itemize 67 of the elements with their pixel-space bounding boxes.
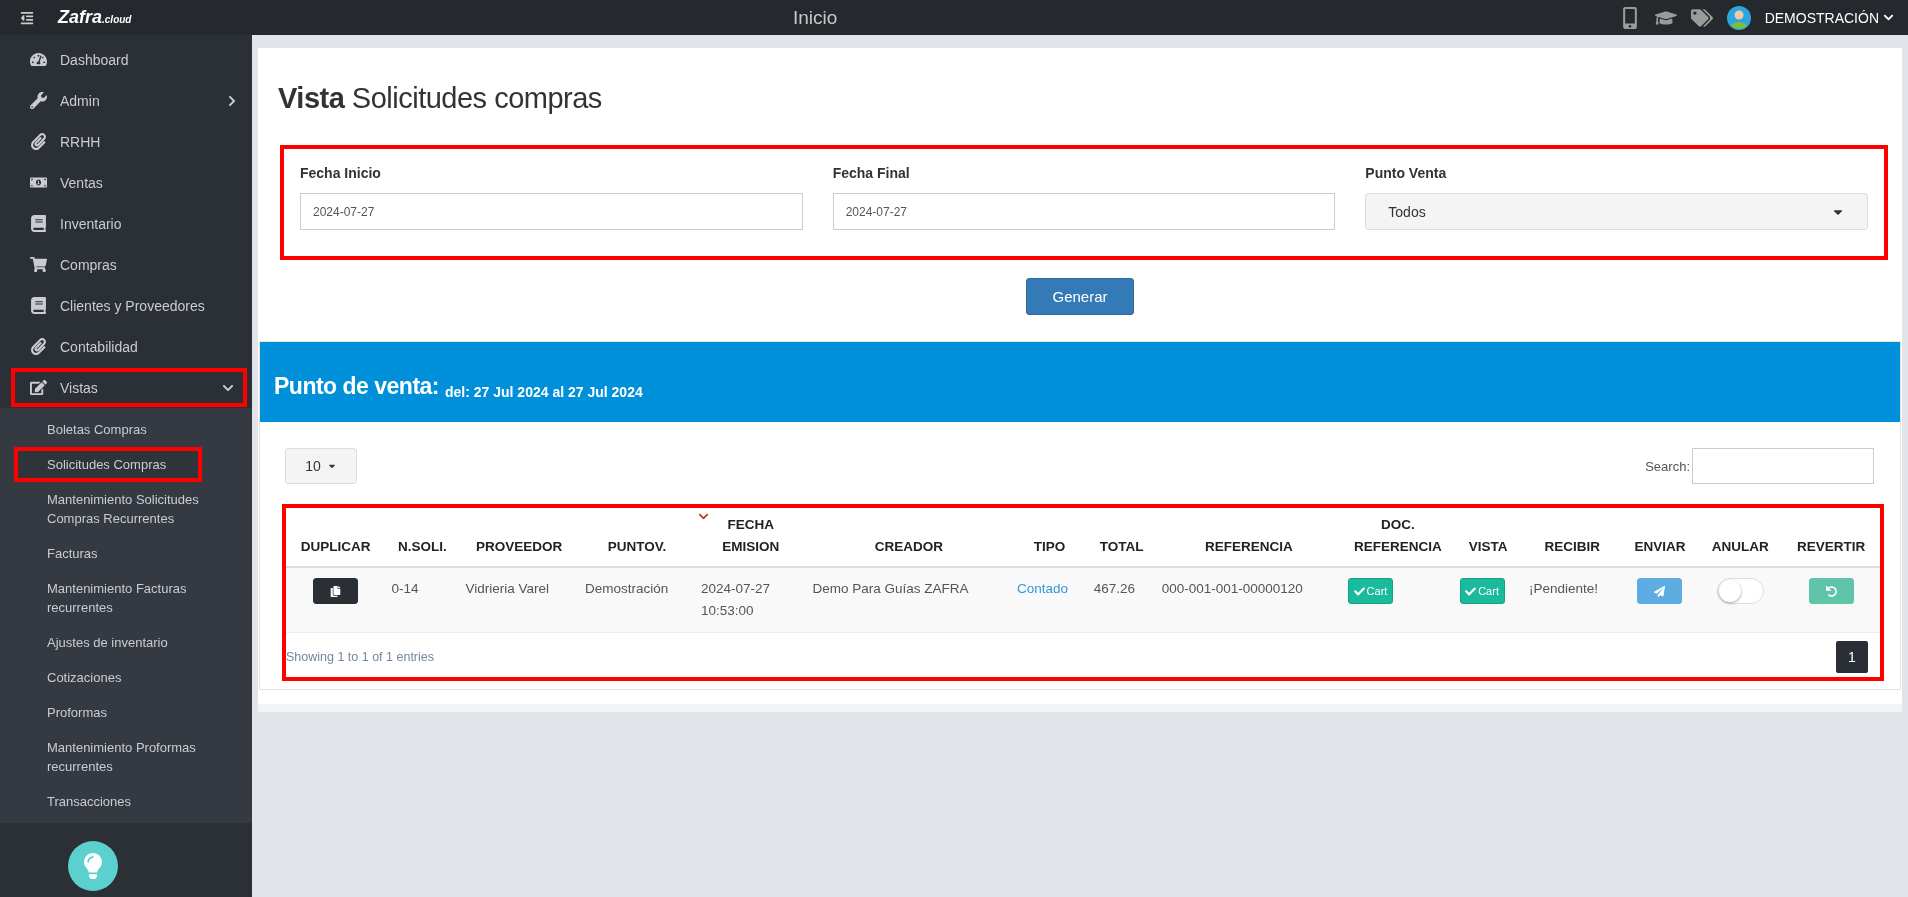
check-icon [1353,585,1365,597]
table-cell: 467.26 [1093,581,1136,596]
field-label: Fecha Final [832,165,911,181]
menu-icon[interactable] [20,10,34,25]
sidebar-item[interactable]: Clientes y Proveedores [0,285,252,326]
table-cell: Vidrieria Varel [465,581,549,596]
page-heading: Vista Solicitudes compras [277,81,603,116]
table-cell: Demo Para Guías ZAFRA [812,581,969,596]
table-cell: 000-001-001-00000120 [1161,581,1303,596]
sidebar-item[interactable]: Ventas [0,162,252,203]
submenu-item[interactable]: Cotizaciones [0,660,252,695]
sidebar-icon [29,174,47,191]
submenu-item[interactable]: Mantenimiento Proformas recurrentes [0,730,252,784]
avatar-icon [1726,5,1751,30]
submenu-item[interactable]: Boletas Compras [0,412,252,447]
table-cell: 0-14 [391,581,419,596]
submenu-item[interactable]: Proformas [0,695,252,730]
logo: Zafra.cloud [58,7,132,28]
page-button[interactable]: 1 [1836,641,1868,673]
sidebar-item[interactable]: Dashboard [0,39,252,80]
sidebar-item[interactable]: Inventario [0,203,252,244]
submenu-item[interactable]: Transacciones [0,784,252,819]
submenu-item[interactable]: Facturas [0,536,252,571]
sidebar-icon [29,379,47,396]
field-label: Punto Venta [1365,165,1448,181]
sort-icon [697,511,709,522]
sidebar-icon [29,51,47,68]
date-range: del: 27 Jul 2024 al 27 Jul 2024 [445,384,643,400]
page-title: Inicio [792,6,838,29]
sidebar-icon [29,133,47,150]
sidebar-item[interactable]: Admin [0,80,252,121]
sidebar-icon [29,338,47,355]
help-button[interactable] [68,841,118,891]
sidebar-item[interactable]: Vistas [10,367,248,408]
sidebar-icon [29,256,47,273]
table-cell: ¡Pendiente! [1528,581,1598,596]
search-label: Search: [1645,458,1690,474]
panel-title: Punto de venta: [274,373,439,400]
table-info: Showing 1 to 1 of 1 entries [286,650,434,664]
duplicate-button[interactable] [313,578,359,604]
page-length-select[interactable]: 10 [285,448,357,484]
submenu-item[interactable]: Solicitudes Compras [14,447,202,482]
table-cell: 2024-07-27 10:53:00 [700,581,771,618]
sidebar-icon [29,215,47,232]
toggle-switch[interactable] [1716,578,1764,604]
date-field[interactable]: 2024-07-27 [832,193,1336,230]
sidebar-item[interactable]: Compras [0,244,252,285]
user-menu[interactable]: DEMOSTRACIÓN [1764,9,1894,26]
submenu-item[interactable]: Ajustes de inventario [0,625,252,660]
sidebar-icon [29,92,47,109]
chevron-icon [1883,12,1894,23]
search-field[interactable] [1692,448,1874,484]
table-cell: Demostración [585,581,669,596]
submenu-item[interactable]: Mantenimiento Solicitudes Compras Recurrentes [0,482,252,536]
copy-icon [330,585,342,597]
send-icon [1654,585,1666,597]
check-icon [1465,585,1477,597]
sidebar-item[interactable]: RRHH [0,121,252,162]
sidebar-item[interactable]: Contabilidad [0,326,252,367]
field-label: Fecha Inicio [300,165,382,181]
select-field[interactable]: Todos [1365,193,1868,230]
tags-icon[interactable] [1690,6,1713,29]
date-field[interactable]: 2024-07-27 [300,193,803,230]
submenu-item[interactable]: Mantenimiento Facturas recurrentes [0,571,252,625]
undo-icon [1825,585,1837,597]
generate-button[interactable]: Generar [1026,278,1134,315]
sidebar-icon [29,297,47,314]
